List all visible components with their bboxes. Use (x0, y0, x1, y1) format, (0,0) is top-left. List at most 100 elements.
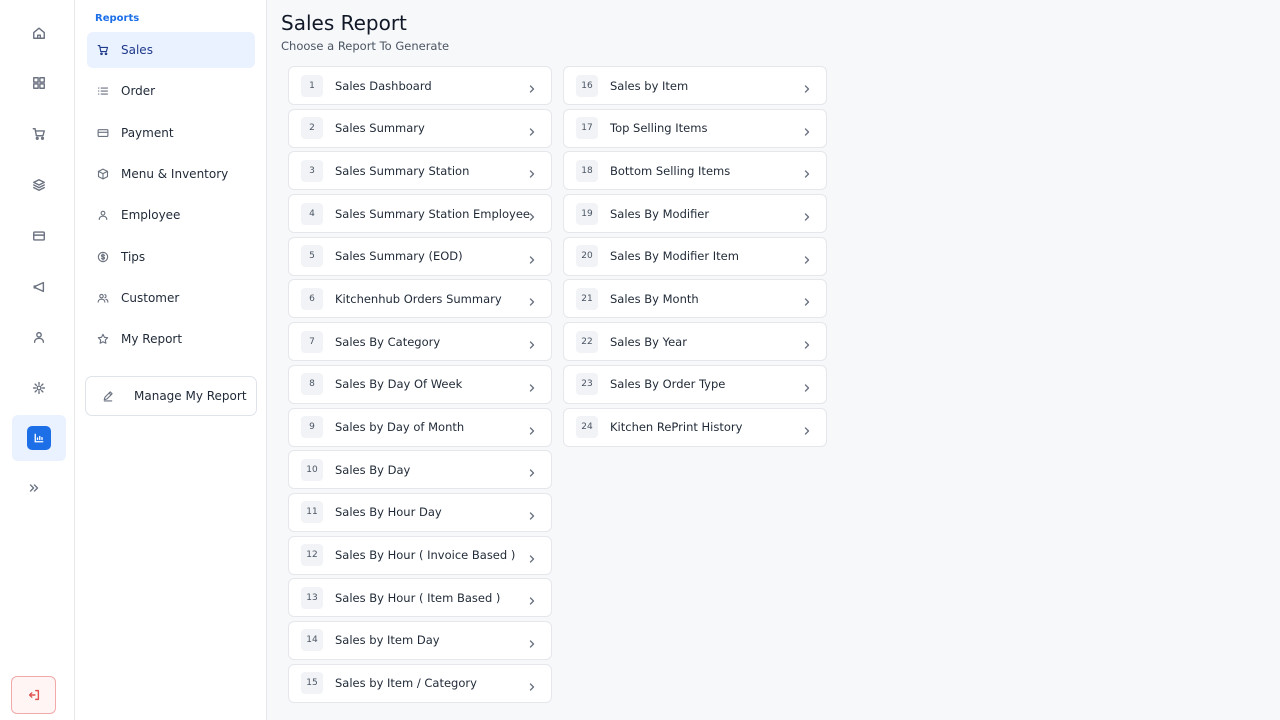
chevron-right-icon (802, 80, 812, 93)
expand-icon[interactable] (17, 471, 51, 505)
report-number-badge: 21 (576, 287, 598, 310)
report-label: Sales By Month (610, 291, 699, 306)
report-number-badge: 20 (576, 245, 598, 268)
report-card[interactable]: 22 Sales By Year (563, 322, 827, 362)
report-number-badge: 15 (301, 672, 323, 695)
report-label: Sales by Item (610, 78, 689, 93)
report-card[interactable]: 20 Sales By Modifier Item (563, 236, 827, 276)
report-number-badge: 9 (301, 416, 323, 438)
report-number-badge: 3 (301, 159, 323, 182)
cart-icon[interactable] (22, 117, 56, 151)
chevron-right-icon (527, 635, 537, 648)
sidebar-item-payment[interactable]: Payment (87, 115, 255, 151)
card-icon (97, 129, 109, 137)
report-card[interactable]: 13 Sales By Hour ( Item Based ) (288, 578, 552, 618)
report-card[interactable]: 4 Sales Summary Station Employee (288, 194, 552, 234)
chevron-right-icon (527, 293, 537, 307)
report-card[interactable]: 6 Kitchenhub Orders Summary (288, 279, 552, 319)
report-card[interactable]: 3 Sales Summary Station (288, 151, 552, 191)
sidebar-item-menu-inventory[interactable]: Menu & Inventory (87, 156, 255, 192)
report-number-badge: 23 (576, 373, 598, 396)
user-icon[interactable] (22, 320, 56, 354)
report-card[interactable]: 23 Sales By Order Type (563, 364, 827, 404)
report-number-badge: 14 (301, 629, 323, 652)
report-number-badge: 4 (301, 202, 323, 225)
report-label: Sales By Hour Day (335, 505, 442, 520)
edit-icon (103, 391, 113, 402)
dollar-icon (97, 251, 109, 263)
sidebar-item-label: Order (121, 84, 156, 98)
report-card[interactable]: 14 Sales by Item Day (288, 620, 552, 660)
report-card[interactable]: 21 Sales By Month (563, 279, 827, 319)
report-number-badge: 13 (301, 586, 323, 609)
report-card[interactable]: 11 Sales By Hour Day (288, 492, 552, 532)
list-icon (97, 87, 109, 95)
report-label: Sales By Year (610, 334, 687, 349)
report-label: Sales by Item / Category (335, 676, 477, 691)
report-number-badge: 22 (576, 330, 598, 353)
report-label: Kitchenhub Orders Summary (335, 291, 502, 306)
report-label: Sales By Hour ( Invoice Based ) (335, 548, 516, 563)
report-list-left: 1 Sales Dashboard 2 Sales Summary 3 Sales Sum… (288, 66, 552, 706)
report-number-badge: 7 (301, 330, 323, 353)
dashboard-icon[interactable] (22, 66, 56, 100)
manage-my-report-button[interactable]: Manage My Report (85, 376, 257, 416)
report-card[interactable]: 5 Sales Summary (EOD) (288, 236, 552, 276)
report-card[interactable]: 10 Sales By Day (288, 450, 552, 490)
card-icon[interactable] (22, 219, 56, 253)
report-card[interactable]: 12 Sales By Hour ( Invoice Based ) (288, 535, 552, 575)
chevron-right-icon (527, 80, 537, 93)
cart-icon (97, 44, 109, 56)
icon-rail (0, 0, 75, 720)
report-card[interactable]: 16 Sales by Item (563, 66, 827, 105)
report-card[interactable]: 8 Sales By Day Of Week (288, 364, 552, 404)
report-card[interactable]: 24 Kitchen RePrint History (563, 407, 827, 447)
chevron-right-icon (527, 379, 537, 392)
report-label: Sales by Day of Month (335, 420, 465, 434)
sidebar-item-sales[interactable]: Sales (87, 32, 255, 68)
report-number-badge: 11 (301, 501, 323, 524)
report-label: Sales Dashboard (335, 78, 432, 93)
chevron-right-icon (527, 208, 537, 221)
report-card[interactable]: 19 Sales By Modifier (563, 194, 827, 234)
chevron-right-icon (527, 592, 537, 605)
logout-button[interactable] (11, 676, 56, 714)
home-icon[interactable] (22, 16, 56, 50)
reports-icon[interactable] (27, 426, 51, 450)
report-number-badge: 16 (576, 74, 598, 97)
chevron-right-icon (802, 123, 812, 136)
reports-sidebar: Reports Sales Order Payment Menu & Inven… (75, 0, 267, 720)
chevron-right-icon (802, 336, 812, 349)
star-icon (97, 333, 109, 344)
report-card[interactable]: 7 Sales By Category (288, 322, 552, 362)
report-label: Sales By Hour ( Item Based ) (335, 590, 501, 605)
report-card[interactable]: 9 Sales by Day of Month (288, 407, 552, 447)
page-subtitle: Choose a Report To Generate (281, 39, 450, 53)
layers-icon[interactable] (22, 168, 56, 202)
report-list-right: 16 Sales by Item 17 Top Selling Items 18 Bott… (563, 66, 827, 450)
report-label: Sales Summary (335, 121, 425, 136)
settings-icon[interactable] (22, 371, 56, 405)
report-card[interactable]: 1 Sales Dashboard (288, 66, 552, 105)
sidebar-item-employee[interactable]: Employee (87, 197, 255, 233)
report-card[interactable]: 2 Sales Summary (288, 108, 552, 148)
sidebar-item-order[interactable]: Order (87, 73, 255, 109)
chevron-right-icon (527, 336, 537, 349)
report-card[interactable]: 17 Top Selling Items (563, 108, 827, 148)
report-card[interactable]: 18 Bottom Selling Items (563, 151, 827, 191)
box-icon (97, 168, 109, 180)
report-card[interactable]: 15 Sales by Item / Category (288, 663, 552, 703)
sidebar-item-tips[interactable]: Tips (87, 239, 255, 275)
report-number-badge: 18 (576, 159, 598, 182)
report-label: Kitchen RePrint History (610, 420, 743, 434)
chevron-right-icon (527, 507, 537, 520)
chevron-right-icon (527, 123, 537, 136)
megaphone-icon[interactable] (22, 270, 56, 304)
chevron-right-icon (527, 165, 537, 179)
sidebar-item-label: Customer (121, 291, 180, 305)
sidebar-item-my-report[interactable]: My Report (87, 321, 255, 357)
chevron-right-icon (802, 251, 812, 264)
sidebar-item-customer[interactable]: Customer (87, 280, 255, 316)
report-number-badge: 6 (301, 287, 323, 310)
report-number-badge: 8 (301, 373, 323, 396)
